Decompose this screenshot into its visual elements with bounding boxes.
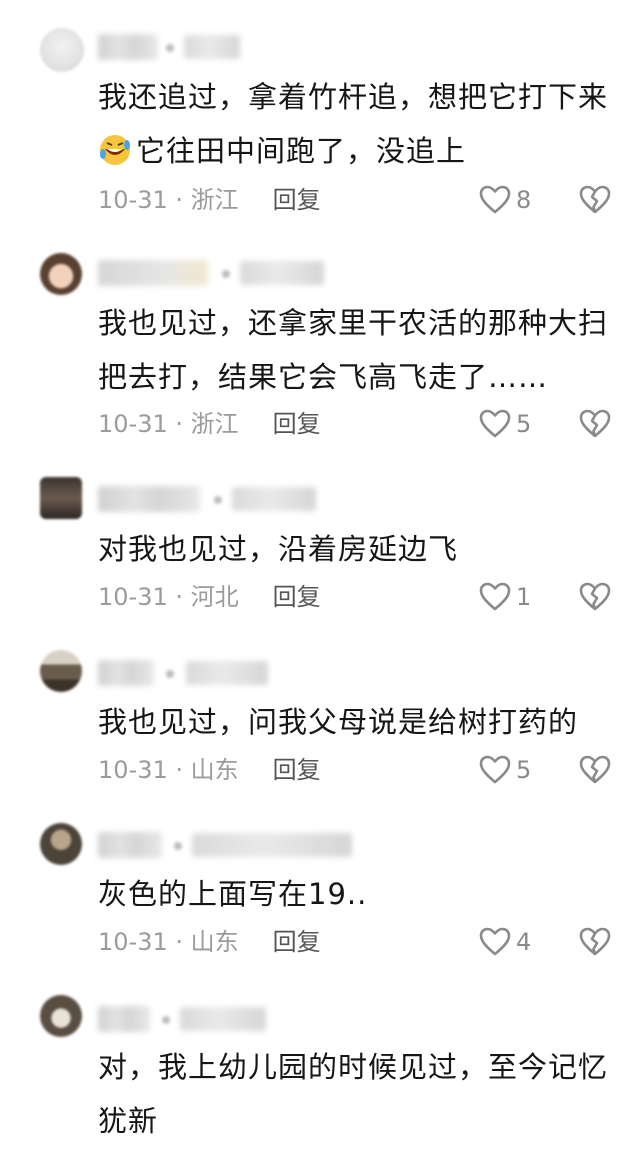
like-button[interactable]: 5 xyxy=(478,407,531,441)
comment-meta: 10-31 · 浙江 回复 xyxy=(98,409,321,439)
comment-text: 我也见过，还拿家里干农活的那种大扫 把去打，结果它会飞高飞走了…… xyxy=(98,296,618,404)
heart-icon xyxy=(479,582,511,611)
username-blurred[interactable] xyxy=(98,34,158,60)
reply-button[interactable]: 回复 xyxy=(273,756,321,784)
comment-meta: 10-31 · 浙江 回复 xyxy=(98,185,321,215)
like-button[interactable]: 5 xyxy=(478,753,531,787)
username-blurred[interactable] xyxy=(98,260,208,286)
dislike-button[interactable] xyxy=(577,925,613,959)
user-tag-blurred xyxy=(232,487,316,511)
avatar[interactable] xyxy=(40,995,82,1037)
like-count: 5 xyxy=(516,756,532,784)
user-tag-blurred xyxy=(184,35,240,59)
broken-heart-icon xyxy=(579,927,611,956)
like-count: 4 xyxy=(516,928,532,956)
comment-text: 灰色的上面写在19.. xyxy=(98,867,618,921)
rolling-on-floor-laughing-emoji xyxy=(100,135,130,165)
comment-date: 10-31 xyxy=(98,928,168,956)
username-blurred[interactable] xyxy=(98,660,154,686)
dislike-button[interactable] xyxy=(577,183,613,217)
broken-heart-icon xyxy=(579,582,611,611)
broken-heart-icon xyxy=(579,185,611,214)
avatar[interactable] xyxy=(40,650,82,692)
like-count: 1 xyxy=(516,583,532,611)
meta-separator: · xyxy=(167,186,191,214)
dislike-button[interactable] xyxy=(577,407,613,441)
comment-text: 对我也见过，沿着房延边飞 xyxy=(98,522,618,576)
like-button[interactable]: 8 xyxy=(478,183,531,217)
separator-dot xyxy=(166,44,174,52)
like-count: 8 xyxy=(516,186,532,214)
meta-separator: · xyxy=(167,928,191,956)
avatar[interactable] xyxy=(40,823,82,865)
comment-text: 对，我上幼儿园的时候见过，至今记忆 犹新 xyxy=(98,1040,618,1148)
separator-dot xyxy=(166,670,174,678)
like-count: 5 xyxy=(516,410,532,438)
comment-line: 犹新 xyxy=(98,1104,159,1138)
heart-icon xyxy=(479,409,511,438)
heart-icon xyxy=(479,927,511,956)
comment-meta: 10-31 · 山东 回复 xyxy=(98,755,321,785)
username-blurred[interactable] xyxy=(98,832,162,858)
avatar[interactable] xyxy=(40,28,84,72)
comment-date: 10-31 xyxy=(98,410,168,438)
dislike-button[interactable] xyxy=(577,753,613,787)
separator-dot xyxy=(162,1016,170,1024)
comment-line: 它往田中间跑了，没追上 xyxy=(136,134,467,168)
comment-date: 10-31 xyxy=(98,756,168,784)
comment-region: 山东 xyxy=(190,756,239,784)
separator-dot xyxy=(222,270,230,278)
reply-button[interactable]: 回复 xyxy=(273,186,321,214)
like-button[interactable]: 4 xyxy=(478,925,531,959)
comment-line: 我也见过，问我父母说是给树打药的 xyxy=(98,705,579,739)
comment-line: 我还追过，拿着竹杆追，想把它打下来 xyxy=(98,80,609,114)
meta-separator: · xyxy=(167,583,191,611)
reply-button[interactable]: 回复 xyxy=(273,583,321,611)
comment-region: 浙江 xyxy=(190,410,239,438)
broken-heart-icon xyxy=(579,755,611,784)
comment-region: 河北 xyxy=(190,583,239,611)
separator-dot xyxy=(174,842,182,850)
like-button[interactable]: 1 xyxy=(478,580,531,614)
broken-heart-icon xyxy=(579,409,611,438)
comment-text: 我还追过，拿着竹杆追，想把它打下来 它往田中间跑了，没追上 xyxy=(98,70,618,178)
comment-line: 把去打，结果它会飞高飞走了…… xyxy=(98,360,549,394)
comment-line: 对，我上幼儿园的时候见过，至今记忆 xyxy=(98,1050,609,1084)
reply-button[interactable]: 回复 xyxy=(273,928,321,956)
comment-region: 山东 xyxy=(190,928,239,956)
dislike-button[interactable] xyxy=(577,580,613,614)
comment-line: 灰色的上面写在19.. xyxy=(98,877,368,911)
username-blurred[interactable] xyxy=(98,1006,150,1032)
comment-date: 10-31 xyxy=(98,583,168,611)
meta-separator: · xyxy=(167,756,191,784)
comment-meta: 10-31 · 河北 回复 xyxy=(98,582,321,612)
comment-line-with-emoji: 它往田中间跑了，没追上 xyxy=(98,124,618,178)
user-tag-blurred xyxy=(186,661,268,685)
avatar[interactable] xyxy=(40,253,82,295)
avatar[interactable] xyxy=(40,477,82,519)
comment-meta: 10-31 · 山东 回复 xyxy=(98,927,321,957)
user-tag-blurred xyxy=(192,833,352,857)
username-blurred[interactable] xyxy=(98,486,200,512)
reply-button[interactable]: 回复 xyxy=(273,410,321,438)
user-tag-blurred xyxy=(240,261,324,285)
comment-line: 我也见过，还拿家里干农活的那种大扫 xyxy=(98,306,609,340)
heart-icon xyxy=(479,755,511,784)
comment-date: 10-31 xyxy=(98,186,168,214)
comment-text: 我也见过，问我父母说是给树打药的 xyxy=(98,695,618,749)
meta-separator: · xyxy=(167,410,191,438)
comment-region: 浙江 xyxy=(190,186,239,214)
heart-icon xyxy=(479,185,511,214)
user-tag-blurred xyxy=(180,1007,266,1031)
separator-dot xyxy=(214,496,222,504)
comment-line: 对我也见过，沿着房延边飞 xyxy=(98,532,459,566)
